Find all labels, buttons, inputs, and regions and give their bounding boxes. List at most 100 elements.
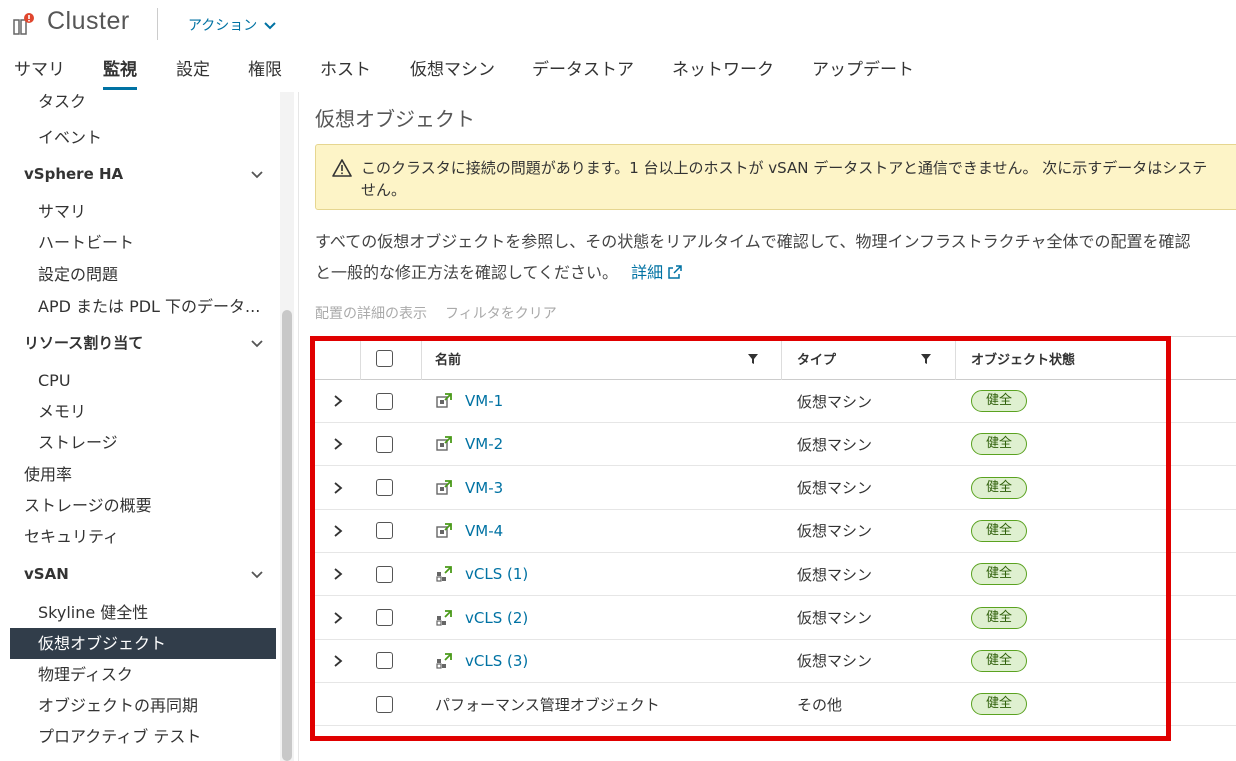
column-separator	[955, 337, 956, 380]
sidebar-item-physical-disks[interactable]: 物理ディスク	[10, 659, 276, 690]
row-select-cell	[376, 640, 393, 682]
main-content: 仮想オブジェクト このクラスタに接続の問題があります。1 台以上のホストが vS…	[298, 92, 1236, 761]
object-name-link[interactable]: VM-3	[465, 479, 503, 497]
name-cell: VM-3	[435, 467, 503, 509]
table-row[interactable]: VM-4 仮想マシン 健全	[315, 510, 1236, 553]
row-checkbox[interactable]	[376, 435, 393, 453]
table-row[interactable]: vCLS (1) 仮想マシン 健全	[315, 553, 1236, 597]
tab-permissions[interactable]: 権限	[248, 58, 282, 90]
tab-hosts[interactable]: ホスト	[320, 58, 371, 90]
status-badge: 健全	[971, 693, 1028, 716]
state-cell: 健全	[971, 683, 1028, 725]
row-expand-toggle[interactable]	[331, 510, 345, 552]
row-expand-toggle[interactable]	[331, 640, 345, 682]
tab-datastores[interactable]: データストア	[532, 58, 634, 90]
select-all-checkbox[interactable]	[376, 349, 393, 367]
tab-monitor[interactable]: 監視	[103, 58, 137, 90]
object-name-link[interactable]: VM-4	[465, 522, 503, 540]
external-link-icon	[668, 265, 682, 279]
sidebar-item-memory[interactable]: メモリ	[10, 396, 276, 427]
row-checkbox[interactable]	[376, 479, 393, 497]
chevron-down-icon	[251, 171, 263, 179]
row-checkbox[interactable]	[376, 522, 393, 540]
vm-icon	[435, 522, 453, 540]
table-row[interactable]: VM-2 仮想マシン 健全	[315, 423, 1236, 467]
column-header-name[interactable]: 名前	[435, 337, 461, 379]
table-row[interactable]: VM-3 仮想マシン 健全	[315, 467, 1236, 510]
sidebar-item-events[interactable]: イベント	[10, 122, 276, 153]
sidebar-item-resync-objects[interactable]: オブジェクトの再同期	[10, 690, 276, 721]
row-expand-toggle[interactable]	[331, 597, 345, 639]
row-expand-toggle[interactable]	[331, 423, 345, 465]
type-cell: その他	[797, 695, 843, 714]
row-checkbox[interactable]	[376, 652, 393, 670]
row-checkbox[interactable]	[376, 695, 393, 713]
tab-networks[interactable]: ネットワーク	[672, 58, 774, 90]
status-badge: 健全	[971, 649, 1028, 672]
object-name-link[interactable]: vCLS (2)	[465, 609, 528, 627]
sidebar-item-storage[interactable]: ストレージ	[10, 427, 276, 458]
sidebar-item-proactive-tests[interactable]: プロアクティブ テスト	[10, 721, 276, 752]
tab-updates[interactable]: アップデート	[812, 58, 914, 90]
row-checkbox[interactable]	[376, 392, 393, 410]
description: すべての仮想オブジェクトを参照し、その状態をリアルタイムで確認して、物理インフラ…	[315, 226, 1236, 288]
grid-toolbar: 配置の詳細の表示 フィルタをクリア	[315, 303, 557, 323]
sidebar-item-cpu[interactable]: CPU	[10, 365, 276, 396]
clear-filter-button[interactable]: フィルタをクリア	[445, 303, 557, 323]
tab-vms[interactable]: 仮想マシン	[410, 58, 495, 90]
sidebar-scrollbar-thumb[interactable]	[282, 310, 292, 761]
name-cell: パフォーマンス管理オブジェクト	[435, 683, 660, 725]
filter-icon[interactable]	[747, 353, 759, 365]
column-header-type[interactable]: タイプ	[797, 337, 836, 379]
table-row[interactable]: VM-1 仮想マシン 健全	[315, 380, 1236, 423]
sidebar-item-virtual-objects[interactable]: 仮想オブジェクト	[10, 628, 276, 659]
column-header-object-state[interactable]: オブジェクト状態	[971, 337, 1075, 379]
table-row[interactable]: vCLS (3) 仮想マシン 健全	[315, 640, 1236, 683]
table-row[interactable]: vCLS (2) 仮想マシン 健全	[315, 597, 1236, 640]
object-name-link[interactable]: vCLS (1)	[465, 565, 528, 583]
sidebar-item-ha-summary[interactable]: サマリ	[10, 196, 276, 227]
object-name-link[interactable]: VM-1	[465, 392, 503, 410]
header-divider	[157, 8, 158, 40]
row-checkbox[interactable]	[376, 609, 393, 626]
object-name-link[interactable]: VM-2	[465, 435, 503, 453]
row-expand-toggle[interactable]	[331, 380, 345, 422]
chevron-right-icon	[334, 481, 343, 494]
object-name-link[interactable]: vCLS (3)	[465, 652, 528, 670]
grid-header-row: 名前 タイプ オブジェクト状態	[315, 337, 1236, 380]
vm-icon	[435, 435, 453, 453]
row-expand-toggle[interactable]	[331, 467, 345, 509]
status-badge: 健全	[971, 476, 1028, 499]
vcls-vm-icon	[435, 609, 453, 627]
name-cell: VM-2	[435, 423, 503, 465]
name-cell: vCLS (2)	[435, 597, 528, 639]
header: Cluster アクション	[0, 0, 1236, 50]
table-row[interactable]: パフォーマンス管理オブジェクト その他 健全	[315, 683, 1236, 727]
name-cell: vCLS (3)	[435, 640, 528, 682]
type-cell: 仮想マシン	[797, 435, 873, 454]
tab-summary[interactable]: サマリ	[14, 58, 65, 90]
sidebar-item-tasks[interactable]: タスク	[10, 92, 276, 120]
sidebar-item-storage-overview[interactable]: ストレージの概要	[10, 490, 276, 521]
sidebar-section-vsphere-ha[interactable]: vSphere HA	[10, 159, 276, 190]
sidebar-item-utilization[interactable]: 使用率	[10, 459, 276, 490]
sidebar-item-apd-pdl[interactable]: APD または PDL 下のデータ...	[10, 291, 272, 322]
row-expand-toggle[interactable]	[331, 553, 345, 595]
actions-menu-button[interactable]: アクション	[188, 15, 277, 35]
tab-configure[interactable]: 設定	[176, 58, 210, 90]
sidebar-section-vsan[interactable]: vSAN	[10, 559, 276, 590]
state-cell: 健全	[971, 640, 1028, 682]
name-cell: vCLS (1)	[435, 553, 528, 595]
vm-icon	[435, 479, 453, 497]
show-placement-button[interactable]: 配置の詳細の表示	[315, 303, 427, 323]
sidebar-item-heartbeat[interactable]: ハートビート	[10, 227, 276, 258]
details-link[interactable]: 詳細	[623, 263, 683, 282]
sidebar-item-security[interactable]: セキュリティ	[10, 521, 276, 552]
row-checkbox[interactable]	[376, 565, 393, 583]
sidebar-item-skyline-health[interactable]: Skyline 健全性	[10, 597, 276, 628]
state-cell: 健全	[971, 380, 1028, 422]
sidebar-item-config-issues[interactable]: 設定の問題	[10, 259, 276, 290]
row-select-cell	[376, 380, 393, 422]
sidebar-section-resource-allocation[interactable]: リソース割り当て	[10, 328, 276, 359]
filter-icon[interactable]	[920, 353, 932, 365]
